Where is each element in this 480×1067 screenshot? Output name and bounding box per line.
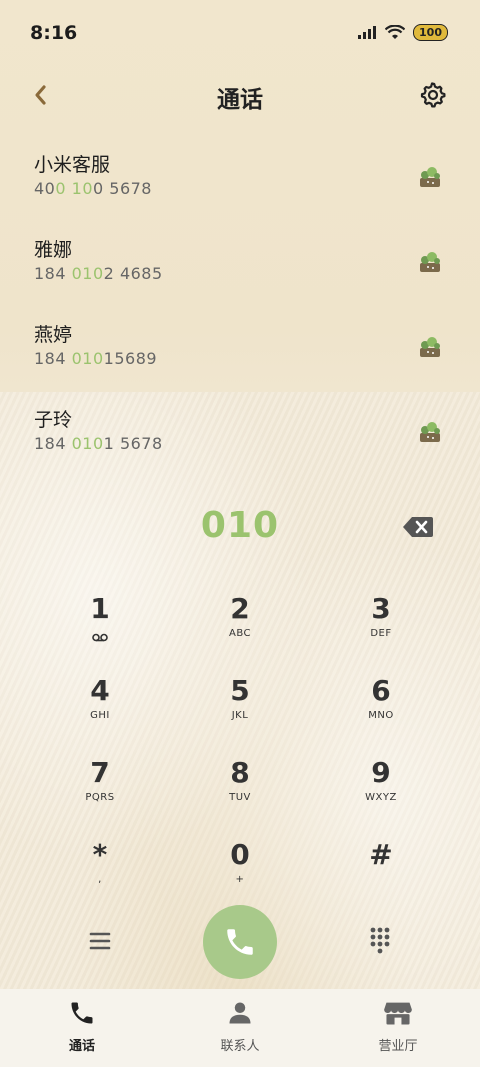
contact-number: 184 01015689 xyxy=(34,349,158,368)
nav-contacts[interactable]: 联系人 xyxy=(180,999,300,1054)
status-bar: 8:16 100 xyxy=(0,0,480,66)
menu-icon[interactable] xyxy=(84,926,116,956)
contact-avatar-icon xyxy=(420,337,440,357)
key-0[interactable]: 0 + xyxy=(190,837,290,907)
key-6[interactable]: 6 MNO xyxy=(331,673,431,743)
status-time: 8:16 xyxy=(30,22,78,44)
contact-number: 400 100 5678 xyxy=(34,179,152,198)
nav-label: 营业厅 xyxy=(378,1039,418,1054)
page-title: 通话 xyxy=(217,87,263,113)
backspace-button[interactable] xyxy=(402,514,434,540)
contact-list: 小米客服 400 100 5678 雅娜 184 0102 4685 燕婷 18… xyxy=(0,136,480,476)
contact-avatar-icon xyxy=(420,252,440,272)
battery-icon: 100 xyxy=(413,24,448,41)
store-icon xyxy=(384,1002,412,1025)
contact-item[interactable]: 子玲 184 0101 5678 xyxy=(0,391,480,476)
bottom-nav: 通话 联系人 营业厅 xyxy=(0,989,480,1067)
nav-calls[interactable]: 通话 xyxy=(22,999,142,1054)
nav-store[interactable]: 营业厅 xyxy=(338,999,458,1054)
contact-item[interactable]: 燕婷 184 01015689 xyxy=(0,306,480,391)
contact-name: 燕婷 xyxy=(34,324,73,346)
contact-item[interactable]: 雅娜 184 0102 4685 xyxy=(0,221,480,306)
call-button[interactable] xyxy=(203,905,277,979)
contact-name: 子玲 xyxy=(34,409,73,431)
key-7[interactable]: 7 PQRS xyxy=(50,755,150,825)
settings-button[interactable] xyxy=(416,78,450,112)
gear-icon xyxy=(420,82,446,108)
key-hash[interactable]: # xyxy=(331,837,431,907)
key-5[interactable]: 5 JKL xyxy=(190,673,290,743)
nav-label: 联系人 xyxy=(220,1039,260,1054)
dialpad-icon[interactable] xyxy=(364,924,396,956)
key-4[interactable]: 4 GHI xyxy=(50,673,150,743)
signal-icon xyxy=(358,25,377,39)
status-icons: 100 xyxy=(357,24,448,41)
contact-avatar-icon xyxy=(420,167,440,187)
wifi-icon xyxy=(385,24,406,39)
contact-number: 184 0101 5678 xyxy=(34,434,163,453)
contact-name: 雅娜 xyxy=(34,239,73,261)
key-9[interactable]: 9 WXYZ xyxy=(331,755,431,825)
key-1[interactable]: 1 xyxy=(50,591,150,661)
header: 通话 xyxy=(0,70,480,120)
key-2[interactable]: 2 ABC xyxy=(190,591,290,661)
contact-name: 小米客服 xyxy=(34,154,111,176)
key-star[interactable]: * , xyxy=(50,837,150,907)
contact-avatar-icon xyxy=(420,422,440,442)
phone-icon xyxy=(227,929,253,955)
person-icon xyxy=(229,1002,251,1024)
voicemail-icon xyxy=(92,633,108,642)
key-8[interactable]: 8 TUV xyxy=(190,755,290,825)
contact-number: 184 0102 4685 xyxy=(34,264,163,283)
key-3[interactable]: 3 DEF xyxy=(331,591,431,661)
nav-label: 通话 xyxy=(68,1039,95,1054)
contact-item[interactable]: 小米客服 400 100 5678 xyxy=(0,136,480,221)
phone-icon xyxy=(71,1002,93,1024)
